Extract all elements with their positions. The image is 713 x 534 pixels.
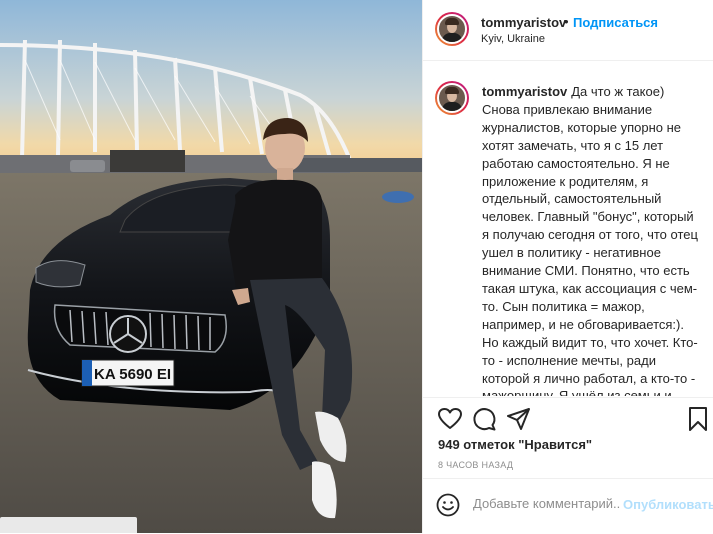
paper-plane-icon[interactable]: [506, 406, 532, 432]
header-separator: •: [564, 14, 569, 29]
post-actions-bar: [423, 397, 713, 438]
post-side-panel: tommyaristov • Подписаться Kyiv, Ukraine…: [422, 0, 713, 533]
caption-username[interactable]: tommyaristov: [482, 84, 567, 99]
bottom-overlay-strip: [0, 517, 137, 533]
post-timestamp[interactable]: 8 ЧАСОВ НАЗАД: [438, 460, 513, 470]
license-plate-text: KA 5690 EI: [94, 366, 171, 383]
location-link[interactable]: Kyiv, Ukraine: [481, 33, 545, 45]
bookmark-icon[interactable]: [685, 406, 711, 432]
author-avatar[interactable]: [435, 12, 469, 46]
post-caption: tommyaristov Да что ж такое) Снова привле…: [482, 83, 698, 396]
post-image: KA 5690 EI: [0, 0, 422, 533]
comment-icon[interactable]: [471, 406, 497, 432]
caption-author-avatar[interactable]: [435, 81, 469, 115]
post-header: tommyaristov • Подписаться Kyiv, Ukraine: [423, 0, 713, 61]
publish-button[interactable]: Опубликовать: [623, 497, 713, 512]
comment-bar: Опубликовать: [423, 478, 713, 534]
likes-count[interactable]: 949 отметок "Нравится": [438, 437, 592, 452]
caption-area[interactable]: tommyaristov Да что ж такое) Снова привле…: [423, 61, 713, 396]
smile-icon[interactable]: [436, 493, 460, 517]
author-username[interactable]: tommyaristov: [481, 15, 566, 30]
comment-input[interactable]: [473, 496, 621, 511]
caption-text: Да что ж такое) Снова привлекаю внимание…: [482, 84, 698, 396]
heart-icon[interactable]: [437, 406, 463, 432]
post-photo[interactable]: KA 5690 EI: [0, 0, 422, 533]
follow-button[interactable]: Подписаться: [573, 15, 658, 30]
